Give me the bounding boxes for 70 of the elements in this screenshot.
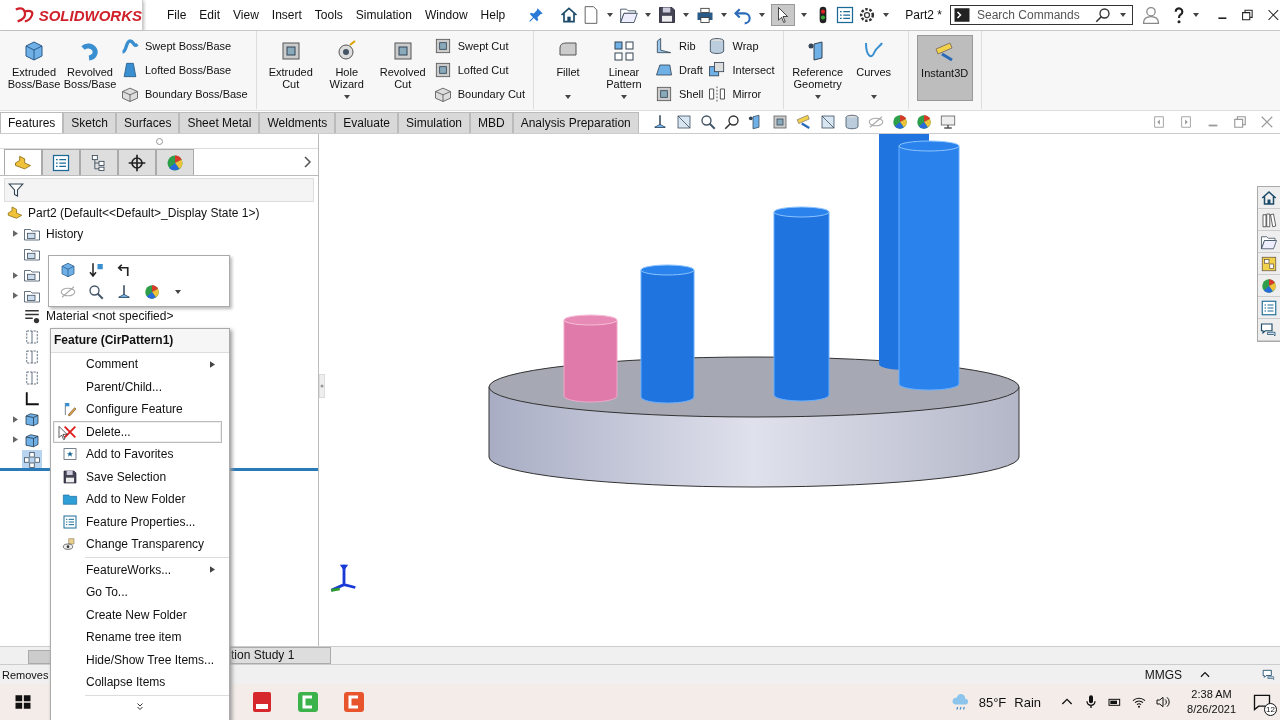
tab[interactable]: Features <box>0 112 64 133</box>
ribbon-button[interactable]: Rib <box>654 35 704 56</box>
status-message: Removes <box>2 668 49 681</box>
menu-item[interactable]: Create New Folder <box>53 603 222 626</box>
ribbon-button[interactable]: Mirror <box>707 83 775 104</box>
logo-text: SOLIDWORKS <box>38 6 142 24</box>
menu-item[interactable]: Help <box>480 8 506 22</box>
tab[interactable]: Sheet Metal <box>179 112 260 133</box>
tree-item[interactable]: History <box>46 226 84 241</box>
menu-item[interactable]: Add to New Folder <box>53 488 222 511</box>
menu-item[interactable]: Add to Favorites <box>53 443 222 466</box>
menu-item[interactable]: Collapse Items <box>53 671 222 694</box>
weather-text[interactable]: Rain <box>1014 694 1042 710</box>
tab[interactable]: Evaluate <box>335 112 398 133</box>
document-title: Part2 * <box>905 8 942 22</box>
ribbon-button[interactable]: Reference Geometry <box>791 35 844 101</box>
menu-item[interactable]: Hide/Show Tree Items... <box>53 648 222 671</box>
temperature[interactable]: 85°F <box>978 694 1007 710</box>
menu-item[interactable]: Insert <box>271 8 302 22</box>
ribbon-button[interactable]: Shell <box>654 83 704 104</box>
tab[interactable]: Weldments <box>259 112 336 133</box>
ribbon-button[interactable]: Revolved Cut <box>376 35 429 101</box>
ribbon-button[interactable]: Lofted Cut <box>432 59 525 80</box>
ribbon-button[interactable]: Swept Boss/Base <box>120 35 248 56</box>
menu-item[interactable]: Edit <box>199 8 221 22</box>
ribbon-button[interactable]: Swept Cut <box>432 35 525 56</box>
menu-title: Feature (CirPattern1) <box>51 329 229 353</box>
menu-item[interactable]: Parent/Child... <box>53 375 222 398</box>
menu-item[interactable]: Tools <box>314 8 343 22</box>
menu-item[interactable]: Rename tree item <box>53 626 222 649</box>
ribbon-button[interactable]: Curves <box>847 35 900 101</box>
tab[interactable]: Simulation <box>397 112 470 133</box>
menu-item[interactable]: Feature Properties... <box>53 510 222 533</box>
menu-item[interactable]: Save Selection <box>53 465 222 488</box>
ribbon-button[interactable]: Revolved Boss/Base <box>64 35 116 101</box>
ribbon-button[interactable]: Extruded Boss/Base <box>8 35 60 101</box>
ribbon-button[interactable]: Extruded Cut <box>264 35 317 101</box>
tab[interactable]: Sketch <box>63 112 117 133</box>
menu-item[interactable]: Configure Feature <box>53 398 222 421</box>
search-box[interactable]: Search Commands <box>949 5 1133 25</box>
menu-item[interactable]: Go To... <box>53 581 222 604</box>
bottom-tab[interactable]: tion Study 1 <box>230 647 331 664</box>
ribbon-button[interactable]: Boundary Boss/Base <box>120 83 248 104</box>
tab[interactable]: Surfaces <box>116 112 180 133</box>
menu-item[interactable]: FeatureWorks... <box>53 558 222 581</box>
menu-item[interactable]: Simulation <box>355 8 412 22</box>
clock-time[interactable]: 2:38 AM <box>1191 687 1232 702</box>
menu-item[interactable]: View <box>233 8 259 22</box>
tree-item[interactable]: Part2 (Default<<Default>_Display State 1>) <box>28 206 260 221</box>
menu-item[interactable]: Comment <box>53 353 222 376</box>
menu-item[interactable]: Window <box>424 8 468 22</box>
ribbon-button[interactable]: Draft <box>654 59 704 80</box>
tab[interactable]: MBD <box>470 112 513 133</box>
clock-date[interactable]: 8/26/2021 <box>1187 702 1236 717</box>
ribbon-button[interactable]: Intersect <box>707 59 775 80</box>
tree-item[interactable]: Material <not specified> <box>46 309 174 324</box>
ribbon-button[interactable]: Lofted Boss/Base <box>120 59 248 80</box>
ribbon-button[interactable]: Boundary Cut <box>432 83 525 104</box>
tab[interactable]: Analysis Preparation <box>512 112 639 133</box>
menu-item[interactable]: Change Transparency <box>53 533 222 556</box>
ribbon-button[interactable]: Hole Wizard <box>320 35 373 101</box>
ribbon-button[interactable]: Instant3D <box>916 35 973 101</box>
ribbon-button[interactable]: Fillet <box>542 35 594 101</box>
ribbon-button[interactable]: Linear Pattern <box>598 35 650 101</box>
menu-item[interactable]: Delete... <box>53 420 222 443</box>
search-field[interactable]: Search Commands <box>974 7 1090 23</box>
notification-badge: 12 <box>1264 703 1277 716</box>
ribbon-button[interactable]: Wrap <box>707 35 775 56</box>
units-selector[interactable]: MMGS <box>1144 667 1182 682</box>
menu-item[interactable]: File <box>167 8 187 22</box>
